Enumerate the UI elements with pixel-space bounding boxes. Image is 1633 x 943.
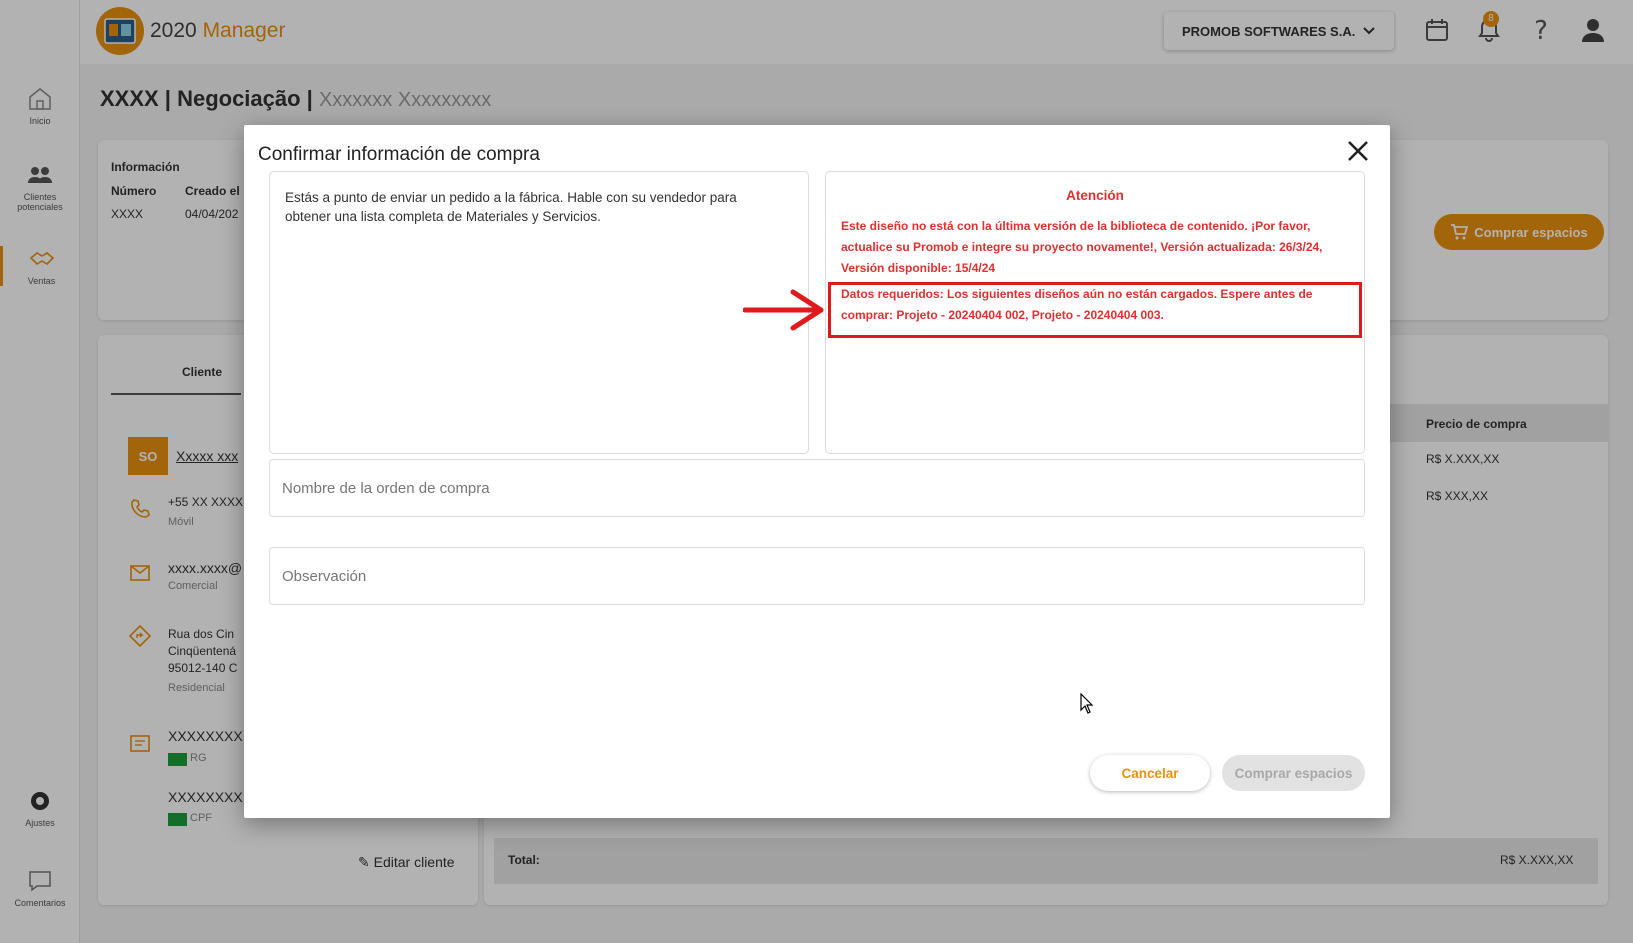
- info-panel: Estás a punto de enviar un pedido a la f…: [269, 171, 809, 454]
- order-name-field[interactable]: [269, 459, 1365, 517]
- attention-title: Atención: [1066, 188, 1124, 203]
- close-icon[interactable]: [1344, 137, 1372, 165]
- red-arrow-icon: [743, 289, 824, 331]
- attention-panel: Atención Este diseño no está con la últi…: [825, 171, 1365, 454]
- dialog-title: Confirmar información de compra: [258, 144, 540, 165]
- attention-version-warning: Este diseño no está con la última versió…: [841, 219, 1323, 275]
- order-name-input[interactable]: [270, 460, 1364, 516]
- info-text: Estás a punto de enviar un pedido a la f…: [285, 190, 737, 224]
- observation-input[interactable]: [270, 548, 1364, 604]
- observation-field[interactable]: [269, 547, 1365, 605]
- confirm-purchase-dialog: Confirmar información de compra Estás a …: [244, 125, 1390, 818]
- cancel-button[interactable]: Cancelar: [1090, 755, 1210, 791]
- buy-spaces-button[interactable]: Comprar espacios: [1222, 755, 1365, 791]
- mouse-cursor-icon: [1080, 693, 1094, 714]
- highlight-box: [828, 282, 1362, 338]
